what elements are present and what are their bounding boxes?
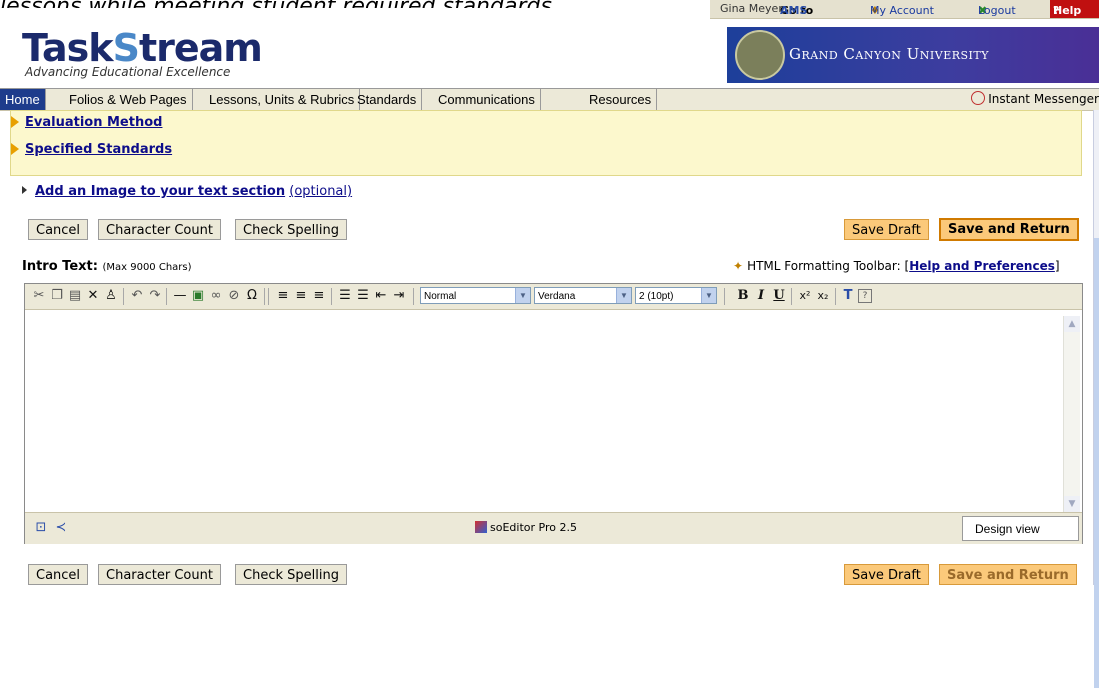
user-name: Gina Meyer: [720, 2, 783, 15]
help-icon[interactable]: ?: [858, 289, 872, 303]
font-family-select[interactable]: Verdana ▼: [534, 287, 632, 304]
help-preferences-link[interactable]: Help and Preferences: [909, 259, 1055, 273]
chevron-down-icon: ▼: [616, 288, 631, 303]
tab-standards[interactable]: Standards: [352, 89, 423, 110]
scroll-thumb[interactable]: [1094, 238, 1099, 688]
unordered-list-icon[interactable]: ☰: [355, 288, 371, 304]
toolbar-separator: [791, 288, 792, 305]
help-link[interactable]: ? Help: [1050, 0, 1099, 18]
toolbar-separator: [331, 288, 332, 305]
paste-icon[interactable]: ▤: [67, 288, 83, 304]
unlink-icon[interactable]: ⊘: [226, 288, 242, 304]
toolbar-separator: [264, 288, 265, 305]
subscript-icon[interactable]: x₂: [815, 288, 831, 304]
instant-messenger-link[interactable]: Instant Messenger: [971, 89, 1099, 110]
character-count-button[interactable]: Character Count: [98, 219, 221, 240]
preview-icon[interactable]: ⊡: [33, 520, 49, 536]
user-toolbar: Gina Meyer Go to AMS ♦ My Account ✖ Logo…: [710, 0, 1099, 19]
toolbar-separator: [268, 288, 269, 305]
lesson-sections-panel: Evaluation Method Specified Standards: [10, 110, 1082, 176]
tab-resources[interactable]: Resources: [584, 89, 658, 110]
align-left-icon[interactable]: ≡: [275, 288, 291, 304]
bold-icon[interactable]: B: [735, 288, 751, 304]
toolbar-separator: [413, 288, 414, 305]
soeditor-logo-icon: [475, 521, 487, 533]
chevron-down-icon: ▼: [701, 288, 716, 303]
editor-status-bar: ⊡ ≺ soEditor Pro 2.5 Design view: [25, 512, 1082, 544]
intro-text-area[interactable]: ▲ ▼: [25, 310, 1082, 512]
tagline: Advancing Educational Excellence: [25, 65, 231, 79]
undo-icon[interactable]: ↶: [129, 288, 145, 304]
intro-text-label: Intro Text: (Max 9000 Chars): [22, 259, 192, 274]
save-and-return-button[interactable]: Save and Return: [939, 218, 1079, 241]
character-count-button[interactable]: Character Count: [98, 564, 221, 585]
taskstream-logo[interactable]: TaskStream: [22, 26, 263, 70]
copy-icon[interactable]: ❐: [49, 288, 65, 304]
tab-communications[interactable]: Communications: [433, 89, 541, 110]
save-draft-button[interactable]: Save Draft: [844, 219, 929, 240]
insert-image-icon[interactable]: ▣: [190, 288, 206, 304]
cancel-button[interactable]: Cancel: [28, 219, 89, 240]
underline-icon[interactable]: U: [771, 288, 787, 304]
align-center-icon[interactable]: ≡: [293, 288, 309, 304]
check-spelling-button[interactable]: Check Spelling: [235, 564, 347, 585]
view-mode-tab[interactable]: Design view: [962, 516, 1079, 541]
tab-lessons[interactable]: Lessons, Units & Rubrics: [204, 89, 361, 110]
formatting-toolbar-label: ✦ HTML Formatting Toolbar: [Help and Pref…: [733, 259, 1060, 273]
rich-text-editor: ✂ ❐ ▤ ✕ ♙ ↶ ↷ — ▣ ∞ ⊘ Ω ≡ ≡ ≡ ☰ ☰ ⇤ ⇥ No…: [24, 283, 1083, 544]
tab-folios[interactable]: Folios & Web Pages: [64, 89, 193, 110]
page-scrollbar[interactable]: [1093, 110, 1099, 688]
indent-icon[interactable]: ⇥: [391, 288, 407, 304]
editor-toolbar: ✂ ❐ ▤ ✕ ♙ ↶ ↷ — ▣ ∞ ⊘ Ω ≡ ≡ ≡ ☰ ☰ ⇤ ⇥ No…: [25, 284, 1082, 310]
main-nav: Home Folios & Web Pages Lessons, Units &…: [0, 88, 1099, 111]
magic-wand-icon: ✦: [733, 259, 744, 273]
toolbar-separator: [166, 288, 167, 305]
save-draft-button[interactable]: Save Draft: [844, 564, 929, 585]
superscript-icon[interactable]: x²: [797, 288, 813, 304]
messenger-icon: [971, 91, 986, 105]
chevron-down-icon: ▼: [515, 288, 530, 303]
evaluation-method-link[interactable]: Evaluation Method: [11, 115, 162, 130]
delete-icon[interactable]: ✕: [85, 288, 101, 304]
source-icon[interactable]: ≺: [53, 520, 69, 536]
redo-icon[interactable]: ↷: [147, 288, 163, 304]
paragraph-style-select[interactable]: Normal ▼: [420, 287, 531, 304]
font-size-select[interactable]: 2 (10pt) ▼: [635, 287, 717, 304]
toolbar-separator: [123, 288, 124, 305]
specified-standards-link[interactable]: Specified Standards: [11, 142, 172, 157]
italic-icon[interactable]: I: [753, 288, 769, 304]
university-seal-icon: [735, 30, 785, 80]
add-image-link[interactable]: Add an Image to your text section (optio…: [22, 184, 352, 199]
special-character-icon[interactable]: Ω: [244, 288, 260, 304]
editor-brand: soEditor Pro 2.5: [475, 521, 577, 534]
scroll-up-icon[interactable]: ▲: [1064, 316, 1080, 332]
tab-home[interactable]: Home: [0, 89, 46, 110]
cancel-button[interactable]: Cancel: [28, 564, 89, 585]
align-right-icon[interactable]: ≡: [311, 288, 327, 304]
university-banner: Grand Canyon University: [727, 27, 1099, 83]
text-color-icon[interactable]: T: [840, 288, 856, 304]
find-icon[interactable]: ♙: [103, 288, 119, 304]
editor-scrollbar[interactable]: ▲ ▼: [1063, 316, 1080, 512]
check-spelling-button[interactable]: Check Spelling: [235, 219, 347, 240]
toolbar-separator: [835, 288, 836, 305]
cut-icon[interactable]: ✂: [31, 288, 47, 304]
expand-icon: [22, 186, 27, 194]
ordered-list-icon[interactable]: ☰: [337, 288, 353, 304]
link-icon[interactable]: ∞: [208, 288, 224, 304]
toolbar-separator: [724, 288, 725, 305]
outdent-icon[interactable]: ⇤: [373, 288, 389, 304]
horizontal-rule-icon[interactable]: —: [172, 288, 188, 304]
scroll-down-icon[interactable]: ▼: [1064, 496, 1080, 512]
expand-icon: [11, 143, 19, 155]
university-name: Grand Canyon University: [789, 45, 989, 63]
save-and-return-button[interactable]: Save and Return: [939, 564, 1077, 585]
expand-icon: [11, 116, 19, 128]
